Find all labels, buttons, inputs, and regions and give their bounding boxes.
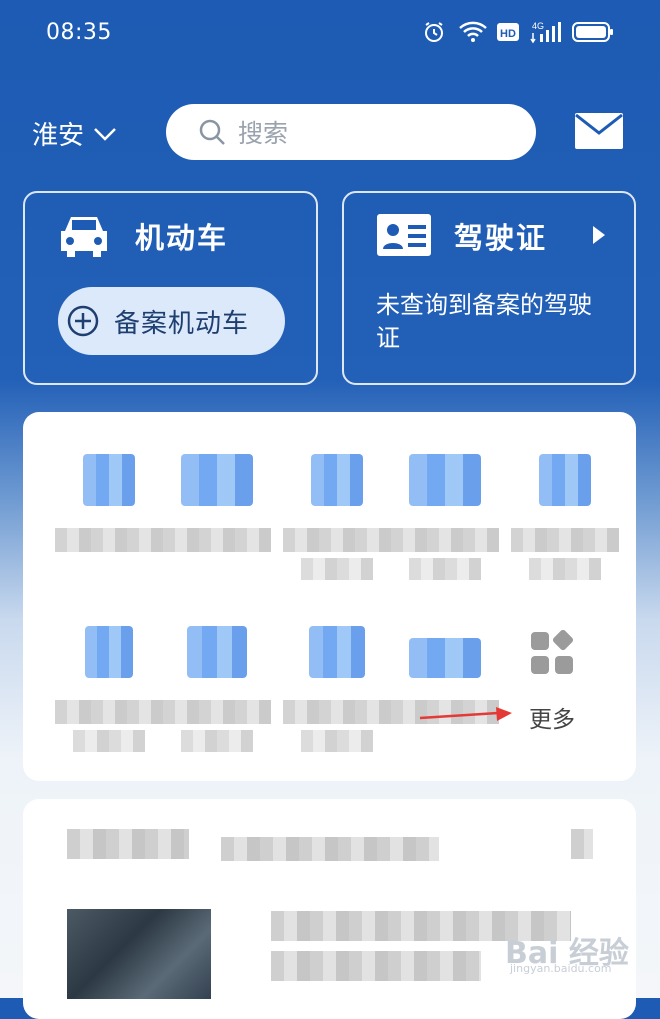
chevron-down-icon (94, 127, 116, 141)
alarm-icon (425, 22, 443, 42)
news-title[interactable] (271, 951, 481, 981)
service-label (181, 730, 253, 752)
news-panel (23, 799, 636, 1019)
more-services-button[interactable]: 更多 (507, 629, 597, 734)
service-item[interactable] (283, 626, 391, 752)
service-label (301, 558, 373, 580)
service-label (301, 730, 373, 752)
search-placeholder: 搜索 (238, 119, 289, 148)
service-label (163, 528, 271, 552)
grid-icon (531, 629, 574, 674)
battery-icon (572, 22, 613, 42)
service-icon (539, 454, 591, 506)
service-item[interactable] (283, 454, 391, 580)
license-description: 未查询到备案的驾驶证 (376, 291, 592, 352)
city-selector[interactable]: 淮安 (32, 115, 118, 152)
service-label (55, 700, 163, 724)
status-time: 08:35 (46, 20, 112, 45)
annotation-arrow-icon (419, 707, 512, 721)
news-heading (67, 829, 189, 859)
service-item[interactable] (391, 454, 499, 580)
service-label (529, 558, 601, 580)
news-subheading (221, 837, 439, 861)
service-item[interactable] (55, 626, 163, 752)
more-label: 更多 (529, 707, 575, 733)
city-label: 淮安 (32, 121, 85, 151)
service-icon (85, 626, 133, 678)
service-icon (187, 626, 247, 678)
service-item[interactable] (163, 626, 271, 752)
service-item[interactable] (163, 454, 271, 552)
service-label (163, 700, 271, 724)
register-vehicle-label: 备案机动车 (114, 308, 250, 339)
service-icon (181, 454, 253, 506)
service-label (409, 558, 481, 580)
service-label (283, 528, 391, 552)
register-vehicle-button[interactable]: 备案机动车 (58, 287, 285, 355)
chevron-right-icon (593, 226, 605, 244)
search-icon (199, 119, 225, 145)
signal-icon: 4G (530, 21, 561, 44)
license-card[interactable]: 驾驶证 未查询到备案的驾驶证 (342, 191, 636, 385)
watermark-url: jingyan.baidu.com (510, 962, 612, 975)
service-label (283, 700, 391, 724)
svg-text:HD: HD (500, 28, 516, 40)
id-card-icon (377, 214, 431, 256)
hd-icon: HD (497, 23, 519, 41)
news-thumbnail[interactable] (67, 909, 211, 999)
car-icon (61, 217, 107, 257)
service-icon (409, 638, 481, 678)
service-label (511, 528, 619, 552)
service-item[interactable] (55, 454, 163, 552)
license-card-title: 驾驶证 (454, 221, 548, 255)
service-item[interactable] (511, 454, 619, 580)
service-label (55, 528, 163, 552)
service-icon (311, 454, 363, 506)
service-icon (409, 454, 481, 506)
service-icon (83, 454, 135, 506)
svg-text:4G: 4G (532, 21, 544, 31)
wifi-icon (459, 21, 487, 42)
service-icon (309, 626, 365, 678)
search-input[interactable]: 搜索 (166, 104, 536, 160)
service-label (391, 528, 499, 552)
service-label (73, 730, 145, 752)
vehicle-card: 机动车 备案机动车 (23, 191, 318, 385)
plus-circle-icon (67, 305, 99, 337)
news-more[interactable] (571, 829, 593, 859)
mail-icon[interactable] (574, 112, 624, 150)
vehicle-card-title: 机动车 (135, 221, 229, 255)
